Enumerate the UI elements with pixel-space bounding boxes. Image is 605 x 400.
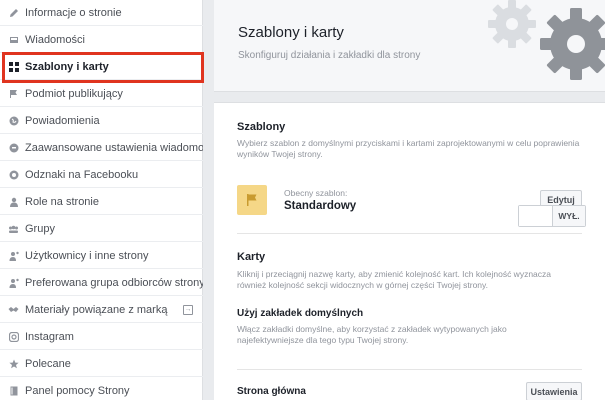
settings-sidebar: Informacje o stronie Wiadomości Szablony… (0, 0, 204, 400)
page-header: Szablony i karty Skonfiguruj działania i… (214, 0, 605, 92)
default-tabs-toggle[interactable]: WYŁ. (518, 205, 586, 227)
sidebar-item-facebook-badges[interactable]: Odznaki na Facebooku (0, 162, 203, 188)
current-template-label: Obecny szablon: (284, 188, 348, 198)
external-link-icon[interactable]: → (183, 304, 193, 315)
person-icon (8, 196, 19, 207)
sidebar-item-label: Informacje o stronie (25, 6, 122, 19)
page-subtitle: Skonfiguruj działania i zakładki dla str… (238, 50, 421, 61)
page-title: Szablony i karty (238, 24, 344, 41)
sidebar-item-label: Preferowana grupa odbiorców strony (25, 276, 203, 289)
templates-section-title: Szablony (237, 121, 286, 133)
sidebar-item-label: Zaawansowane ustawienia wiadomości (25, 141, 203, 154)
pencil-icon (8, 7, 19, 18)
sidebar-item-label: Powiadomienia (25, 114, 100, 127)
group-icon (8, 223, 19, 234)
person-star-icon (8, 250, 19, 261)
chat-icon (8, 142, 19, 153)
sidebar-item-notifications[interactable]: Powiadomienia (0, 108, 203, 134)
person-star-icon (8, 277, 19, 288)
sidebar-item-publisher[interactable]: Podmiot publikujący (0, 81, 203, 107)
settings-card: Szablony Wybierz szablon z domyślnymi pr… (214, 102, 605, 400)
tabs-section-description: Kliknij i przeciągnij nazwę karty, aby z… (237, 269, 551, 290)
sidebar-item-preferred-audience[interactable]: Preferowana grupa odbiorców strony (0, 270, 203, 296)
sidebar-item-branded-content[interactable]: Materiały powiązane z marką → (0, 297, 203, 323)
sidebar-item-featured[interactable]: Polecane (0, 351, 203, 377)
sidebar-item-label: Role na stronie (25, 195, 99, 208)
sidebar-item-advanced-messaging[interactable]: Zaawansowane ustawienia wiadomości (0, 135, 203, 161)
inbox-icon (8, 34, 19, 45)
sidebar-item-label: Instagram (25, 330, 74, 343)
home-tab-settings-button[interactable]: Ustawienia (526, 382, 582, 400)
default-tabs-title: Użyj zakładek domyślnych (237, 308, 364, 319)
sidebar-item-label: Panel pomocy Strony (25, 384, 130, 397)
sidebar-item-page-support-inbox[interactable]: Panel pomocy Strony (0, 378, 203, 400)
sidebar-item-people-other-pages[interactable]: Użytkownicy i inne strony (0, 243, 203, 269)
sidebar-item-label: Szablony i karty (25, 60, 109, 73)
star-icon (8, 358, 19, 369)
gears-illustration (488, 0, 605, 80)
sidebar-item-label: Podmiot publikujący (25, 87, 123, 100)
sidebar-item-templates-tabs[interactable]: Szablony i karty (0, 54, 203, 80)
sidebar-item-label: Użytkownicy i inne strony (25, 249, 149, 262)
handshake-icon (8, 304, 19, 315)
tabs-section-title: Karty (237, 251, 266, 263)
flag-icon (8, 88, 19, 99)
sidebar-item-instagram[interactable]: Instagram (0, 324, 203, 350)
template-flag-icon (237, 185, 267, 215)
sidebar-item-label: Polecane (25, 357, 71, 370)
sidebar-item-page-info[interactable]: Informacje o stronie (0, 0, 203, 26)
current-template-value: Standardowy (284, 200, 357, 212)
toggle-knob (519, 206, 553, 226)
instagram-icon (8, 331, 19, 342)
badge-icon (8, 169, 19, 180)
sidebar-item-label: Odznaki na Facebooku (25, 168, 139, 181)
sidebar-item-messages[interactable]: Wiadomości (0, 27, 203, 53)
main-content: Szablony i karty Skonfiguruj działania i… (204, 0, 605, 400)
sidebar-item-groups[interactable]: Grupy (0, 216, 203, 242)
home-tab-title: Strona główna (237, 386, 306, 397)
grid-icon (8, 61, 19, 72)
book-icon (8, 385, 19, 396)
toggle-state-label: WYŁ. (553, 206, 585, 226)
section-divider (237, 233, 582, 234)
sidebar-item-page-roles[interactable]: Role na stronie (0, 189, 203, 215)
sidebar-item-label: Materiały powiązane z marką (25, 303, 168, 316)
templates-section-description: Wybierz szablon z domyślnymi przyciskami… (237, 138, 580, 159)
section-divider (237, 369, 582, 370)
sidebar-item-label: Grupy (25, 222, 55, 235)
globe-icon (8, 115, 19, 126)
default-tabs-description: Włącz zakładki domyślne, aby korzystać z… (237, 324, 507, 345)
sidebar-item-label: Wiadomości (25, 33, 85, 46)
